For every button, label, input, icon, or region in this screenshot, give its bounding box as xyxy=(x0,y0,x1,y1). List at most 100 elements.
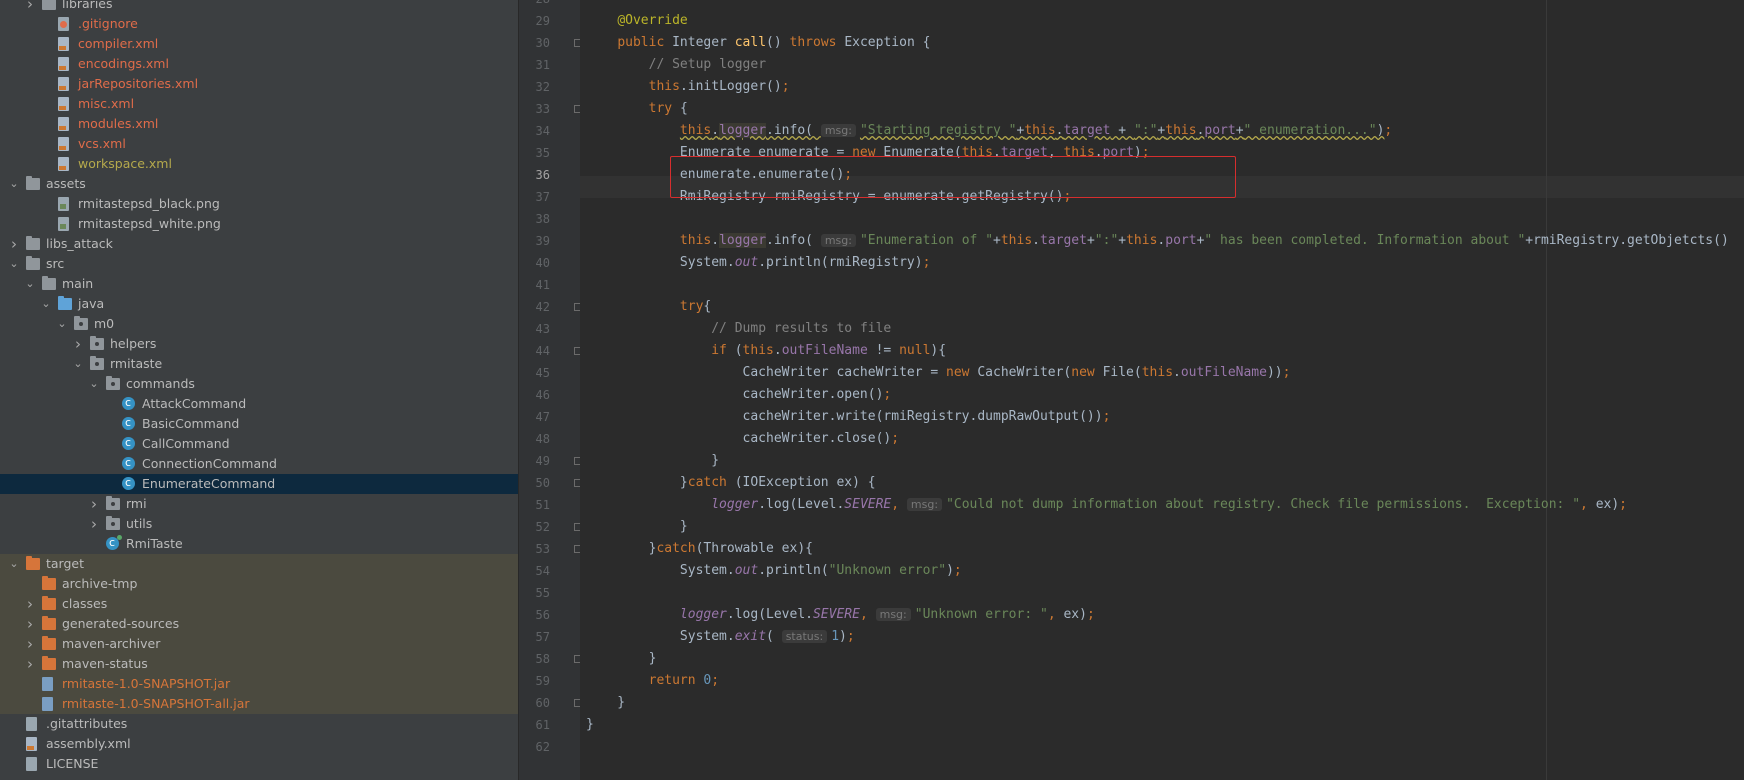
tree-row-license[interactable]: LICENSE xyxy=(0,754,520,774)
code-token: // Dump results to file xyxy=(711,321,892,336)
tree-row-utils[interactable]: › utils xyxy=(0,514,520,534)
code-line[interactable]: } xyxy=(586,516,688,538)
chevron-down-icon[interactable]: ⌄ xyxy=(8,554,20,574)
code-line[interactable]: @Override xyxy=(586,10,687,32)
tree-row-basiccommand[interactable]: BasicCommand xyxy=(0,413,520,434)
code-token: .log(Level. xyxy=(758,497,845,512)
tree-row-rmitaste-1-0-snapshot-all-jar[interactable]: rmitaste-1.0-SNAPSHOT-all.jar xyxy=(0,694,520,714)
code-line[interactable]: System.out.println(rmiRegistry); xyxy=(586,252,931,274)
code-line[interactable]: } xyxy=(586,714,594,736)
code-line[interactable]: this.logger.info( msg: "Starting registry… xyxy=(586,120,1392,142)
tree-row-libs-attack[interactable]: › libs_attack xyxy=(0,234,520,254)
chevron-right-icon[interactable]: › xyxy=(72,334,84,354)
package-icon xyxy=(90,336,104,350)
chevron-down-icon[interactable]: ⌄ xyxy=(24,274,36,294)
tree-row-rmi[interactable]: › rmi xyxy=(0,494,520,514)
tree-row-misc-xml[interactable]: misc.xml xyxy=(0,94,520,114)
tree-row-maven-status[interactable]: › maven-status xyxy=(0,654,520,674)
code-line[interactable]: System.exit( status: 1); xyxy=(586,626,855,648)
code-line[interactable]: this.initLogger(); xyxy=(586,76,790,98)
code-token: logger xyxy=(679,607,727,622)
tree-row-assets[interactable]: ⌄ assets xyxy=(0,174,520,194)
code-token: ; xyxy=(1384,123,1393,138)
code-line[interactable]: }catch(Throwable ex){ xyxy=(586,538,813,560)
code-line[interactable]: this.logger.info( msg: "Enumeration of "+… xyxy=(586,230,1729,252)
tree-row-src[interactable]: ⌄ src xyxy=(0,254,520,274)
project-tree-panel[interactable]: › libraries .gitignore compiler.xml encoding… xyxy=(0,0,520,780)
code-line[interactable]: try{ xyxy=(586,296,711,318)
tree-row-rmitaste[interactable]: ⌄ rmitaste xyxy=(0,354,520,374)
tree-row-archive-tmp[interactable]: archive-tmp xyxy=(0,574,520,594)
java-class-icon xyxy=(122,393,135,413)
code-line[interactable]: } xyxy=(586,692,625,714)
tree-row-rmitaste-1-0-snapshot-jar[interactable]: rmitaste-1.0-SNAPSHOT.jar xyxy=(0,674,520,694)
chevron-down-icon[interactable]: ⌄ xyxy=(56,314,68,334)
tree-row-connectioncommand[interactable]: ConnectionCommand xyxy=(0,453,520,474)
tree-row-classes[interactable]: › classes xyxy=(0,594,520,614)
chevron-right-icon[interactable]: › xyxy=(24,634,36,654)
chevron-right-icon[interactable]: › xyxy=(8,234,20,254)
chevron-right-icon[interactable]: › xyxy=(24,614,36,634)
code-line[interactable]: CacheWriter cacheWriter = new CacheWrite… xyxy=(586,362,1291,384)
line-number: 53 xyxy=(535,542,550,556)
chevron-right-icon[interactable]: › xyxy=(24,594,36,614)
chevron-down-icon[interactable]: ⌄ xyxy=(88,374,100,394)
code-line[interactable]: try { xyxy=(586,98,688,120)
tree-row-callcommand[interactable]: CallCommand xyxy=(0,433,520,454)
code-line[interactable]: return 0; xyxy=(586,670,719,692)
code-line[interactable]: if (this.outFileName != null){ xyxy=(586,340,946,362)
chevron-right-icon[interactable]: › xyxy=(24,0,36,14)
chevron-down-icon[interactable]: ⌄ xyxy=(8,254,20,274)
tree-row-compiler-xml[interactable]: compiler.xml xyxy=(0,34,520,54)
tree-row-assembly-xml[interactable]: assembly.xml xyxy=(0,734,520,754)
chevron-right-icon[interactable]: › xyxy=(24,654,36,674)
editor-gutter[interactable]: ● ↑ 282930313233343536373839404142434445… xyxy=(522,0,1088,780)
code-line[interactable]: cacheWriter.write(rmiRegistry.dumpRawOut… xyxy=(586,406,1111,428)
tree-row-enumeratecommand[interactable]: EnumerateCommand xyxy=(0,473,520,494)
code-line[interactable]: } xyxy=(586,450,719,472)
tree-row-attackcommand[interactable]: AttackCommand xyxy=(0,393,520,414)
code-line[interactable]: cacheWriter.close(); xyxy=(586,428,900,450)
code-line[interactable]: // Setup logger xyxy=(586,54,766,76)
right-margin-guide xyxy=(1546,0,1547,780)
chevron-down-icon[interactable]: ⌄ xyxy=(40,294,52,314)
tree-row-label: archive-tmp xyxy=(62,576,138,591)
tree-row-rmitastepsd-white-png[interactable]: rmitastepsd_white.png xyxy=(0,214,520,234)
code-token: { xyxy=(679,101,688,116)
code-token: } xyxy=(586,475,688,490)
tree-row-encodings-xml[interactable]: encodings.xml xyxy=(0,54,520,74)
tree-row-generated-sources[interactable]: › generated-sources xyxy=(0,614,520,634)
tree-row-libraries[interactable]: › libraries xyxy=(0,0,520,14)
tree-row-rmitastepsd-black-png[interactable]: rmitastepsd_black.png xyxy=(0,194,520,214)
chevron-down-icon[interactable]: ⌄ xyxy=(8,174,20,194)
chevron-down-icon[interactable]: ⌄ xyxy=(72,354,84,374)
chevron-right-icon[interactable]: › xyxy=(88,514,100,534)
tree-row-modules-xml[interactable]: modules.xml xyxy=(0,114,520,134)
tree-row-rmitaste[interactable]: RmiTaste xyxy=(0,533,520,554)
tree-row-m0[interactable]: ⌄ m0 xyxy=(0,314,520,334)
code-line[interactable]: // Dump results to file xyxy=(586,318,891,340)
code-line[interactable]: } xyxy=(586,648,657,670)
tree-row-vcs-xml[interactable]: vcs.xml xyxy=(0,134,520,154)
code-token: ; xyxy=(922,255,931,270)
tree-row-jarrepositories-xml[interactable]: jarRepositories.xml xyxy=(0,74,520,94)
code-token: "Unknown error: " xyxy=(914,607,1048,622)
tree-row-maven-archiver[interactable]: › maven-archiver xyxy=(0,634,520,654)
code-line[interactable]: }catch (IOException ex) { xyxy=(586,472,876,494)
tree-row-gitattributes[interactable]: .gitattributes xyxy=(0,714,520,734)
code-line[interactable]: logger.log(Level.SEVERE, msg: "Could not … xyxy=(586,494,1627,516)
code-token: } xyxy=(586,541,657,556)
code-editor[interactable]: @Override public Integer call() throws E… xyxy=(580,0,1744,780)
tree-row-target[interactable]: ⌄ target xyxy=(0,554,520,574)
tree-row-main[interactable]: ⌄ main xyxy=(0,274,520,294)
tree-row-gitignore[interactable]: .gitignore xyxy=(0,14,520,34)
tree-row-commands[interactable]: ⌄ commands xyxy=(0,374,520,394)
code-line[interactable]: System.out.println("Unknown error"); xyxy=(586,560,962,582)
tree-row-helpers[interactable]: › helpers xyxy=(0,334,520,354)
code-line[interactable]: logger.log(Level.SEVERE, msg: "Unknown er… xyxy=(586,604,1095,626)
chevron-right-icon[interactable]: › xyxy=(88,494,100,514)
tree-row-java[interactable]: ⌄ java xyxy=(0,294,520,314)
tree-row-workspace-xml[interactable]: workspace.xml xyxy=(0,154,520,174)
code-line[interactable]: public Integer call() throws Exception { xyxy=(586,32,930,54)
code-line[interactable]: cacheWriter.open(); xyxy=(586,384,892,406)
